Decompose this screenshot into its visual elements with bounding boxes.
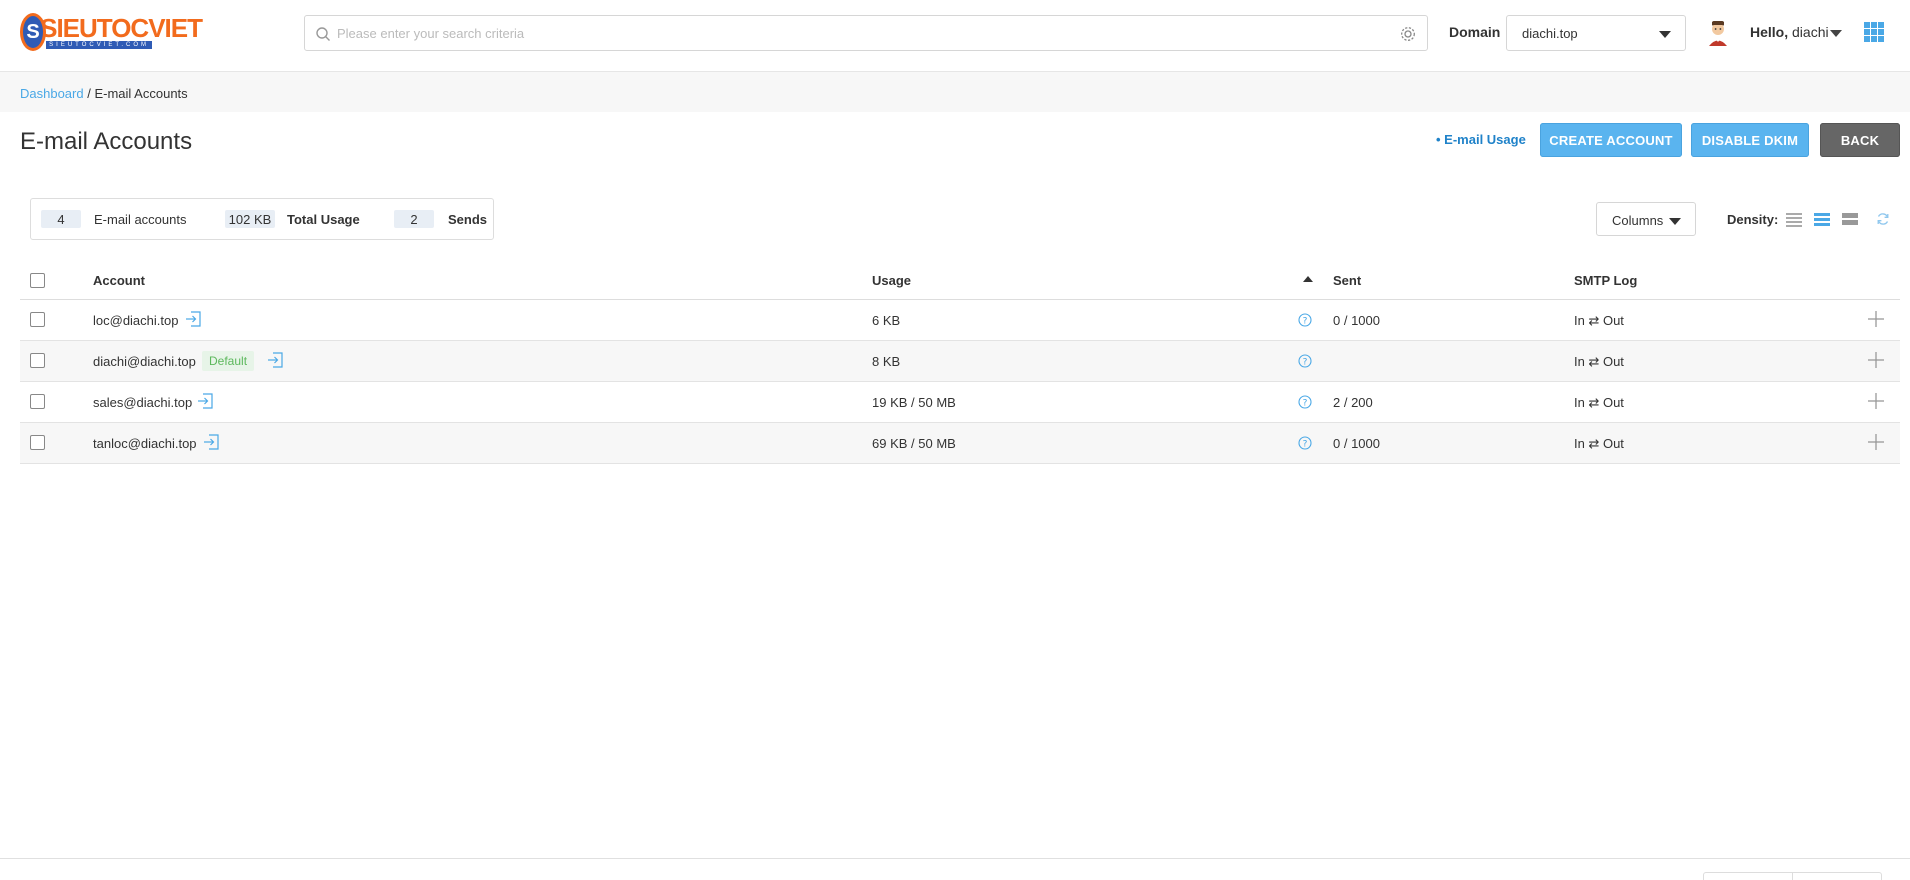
login-icon[interactable] — [202, 433, 220, 451]
account-sent: 0 / 1000 — [1333, 436, 1380, 451]
usage-value: 102 KB — [225, 210, 275, 228]
stats-summary: 4 E-mail accounts 102 KB Total Usage 2 S… — [30, 198, 494, 240]
help-icon[interactable]: ? — [1298, 354, 1312, 368]
avatar[interactable] — [1706, 18, 1730, 46]
domain-select[interactable]: diachi.top — [1506, 15, 1686, 51]
column-header-smtp-log[interactable]: SMTP Log — [1574, 273, 1637, 288]
logo-mark: S — [20, 13, 47, 51]
account-usage: 6 KB — [872, 313, 901, 328]
smtp-log-link[interactable]: In ⇄ Out — [1574, 354, 1624, 370]
pagination-button[interactable] — [1792, 872, 1882, 880]
chevron-down-icon — [1669, 218, 1681, 225]
account-sent: 2 / 200 — [1333, 395, 1373, 410]
top-header: S SIEUTOCVIET SIEUTOCVIET.COM Domain dia… — [0, 0, 1910, 72]
search-box — [304, 15, 1428, 51]
table-row: tanloc@diachi.top 69 KB / 50 MB ? 0 / 10… — [20, 423, 1900, 464]
refresh-icon[interactable] — [1876, 212, 1890, 226]
accounts-label: E-mail accounts — [94, 212, 187, 227]
row-checkbox[interactable] — [30, 353, 45, 368]
apps-grid-icon[interactable] — [1864, 22, 1884, 42]
breadcrumb: Dashboard / E-mail Accounts — [20, 86, 188, 101]
density-compact-icon[interactable] — [1786, 211, 1802, 227]
columns-label: Columns — [1612, 213, 1664, 228]
smtp-log-link[interactable]: In ⇄ Out — [1574, 436, 1624, 452]
breadcrumb-current: E-mail Accounts — [94, 86, 188, 101]
smtp-log-link[interactable]: In ⇄ Out — [1574, 395, 1624, 411]
account-email[interactable]: loc@diachi.top — [93, 313, 178, 328]
account-usage: 8 KB — [872, 354, 901, 369]
user-greeting[interactable]: Hello, diachi — [1750, 24, 1829, 40]
help-icon[interactable]: ? — [1298, 313, 1312, 327]
density-comfortable-icon[interactable] — [1842, 211, 1858, 227]
logo-subtext: SIEUTOCVIET.COM — [46, 41, 153, 49]
search-input[interactable] — [337, 16, 1377, 50]
help-icon[interactable]: ? — [1298, 436, 1312, 450]
domain-value: diachi.top — [1522, 26, 1578, 41]
svg-text:?: ? — [1303, 357, 1308, 367]
expand-plus-icon[interactable] — [1867, 351, 1885, 369]
pagination-button[interactable] — [1703, 872, 1793, 880]
account-email[interactable]: tanloc@diachi.top — [93, 436, 197, 451]
login-icon[interactable] — [266, 351, 284, 369]
logo[interactable]: S SIEUTOCVIET SIEUTOCVIET.COM — [20, 12, 203, 52]
help-icon[interactable]: ? — [1298, 395, 1312, 409]
default-badge: Default — [202, 351, 255, 371]
login-icon[interactable] — [184, 310, 202, 328]
user-menu-chevron-icon[interactable] — [1830, 30, 1842, 37]
breadcrumb-bar — [0, 72, 1910, 112]
row-checkbox[interactable] — [30, 312, 45, 327]
svg-text:?: ? — [1303, 439, 1308, 449]
table-row: diachi@diachi.top Default 8 KB ? In ⇄ Ou… — [20, 341, 1900, 382]
column-header-sent[interactable]: Sent — [1333, 273, 1361, 288]
page-title: E-mail Accounts — [20, 128, 193, 155]
gear-icon[interactable] — [1399, 25, 1417, 43]
table-header: Account Usage Sent SMTP Log — [20, 262, 1900, 300]
footer-divider — [0, 858, 1910, 859]
expand-plus-icon[interactable] — [1867, 310, 1885, 328]
density-label: Density: — [1727, 212, 1779, 227]
sends-label: Sends — [448, 212, 488, 227]
svg-text:?: ? — [1303, 398, 1308, 408]
sends-count: 2 — [394, 210, 434, 228]
accounts-count: 4 — [41, 210, 81, 228]
column-header-usage[interactable]: Usage — [872, 273, 911, 288]
table-row: sales@diachi.top 19 KB / 50 MB ? 2 / 200… — [20, 382, 1900, 423]
usage-label: Total Usage — [287, 212, 360, 227]
svg-text:?: ? — [1303, 316, 1308, 326]
search-icon — [316, 27, 330, 41]
sort-ascending-icon[interactable] — [1303, 276, 1313, 282]
email-usage-link[interactable]: • E-mail Usage — [1436, 132, 1526, 147]
account-usage: 19 KB / 50 MB — [872, 395, 956, 410]
expand-plus-icon[interactable] — [1867, 392, 1885, 410]
disable-dkim-button[interactable]: DISABLE DKIM — [1691, 123, 1809, 157]
username: diachi — [1792, 24, 1829, 40]
logo-text: SIEUTOCVIET — [40, 13, 203, 43]
row-checkbox[interactable] — [30, 394, 45, 409]
table-row: loc@diachi.top 6 KB ? 0 / 1000 In ⇄ Out — [20, 300, 1900, 341]
hello-prefix: Hello, — [1750, 24, 1789, 40]
account-usage: 69 KB / 50 MB — [872, 436, 956, 451]
account-email[interactable]: diachi@diachi.top — [93, 354, 196, 369]
breadcrumb-separator: / — [83, 86, 95, 101]
chevron-down-icon — [1659, 31, 1671, 38]
breadcrumb-dashboard-link[interactable]: Dashboard — [20, 86, 84, 101]
row-checkbox[interactable] — [30, 435, 45, 450]
login-icon[interactable] — [196, 392, 214, 410]
create-account-button[interactable]: CREATE ACCOUNT — [1540, 123, 1682, 157]
density-normal-icon[interactable] — [1814, 211, 1830, 227]
domain-label: Domain — [1449, 24, 1501, 40]
smtp-log-link[interactable]: In ⇄ Out — [1574, 313, 1624, 329]
columns-dropdown[interactable]: Columns — [1596, 202, 1696, 236]
select-all-checkbox[interactable] — [30, 273, 45, 288]
account-email[interactable]: sales@diachi.top — [93, 395, 192, 410]
back-button[interactable]: BACK — [1820, 123, 1900, 157]
expand-plus-icon[interactable] — [1867, 433, 1885, 451]
column-header-account[interactable]: Account — [93, 273, 145, 288]
account-sent: 0 / 1000 — [1333, 313, 1380, 328]
